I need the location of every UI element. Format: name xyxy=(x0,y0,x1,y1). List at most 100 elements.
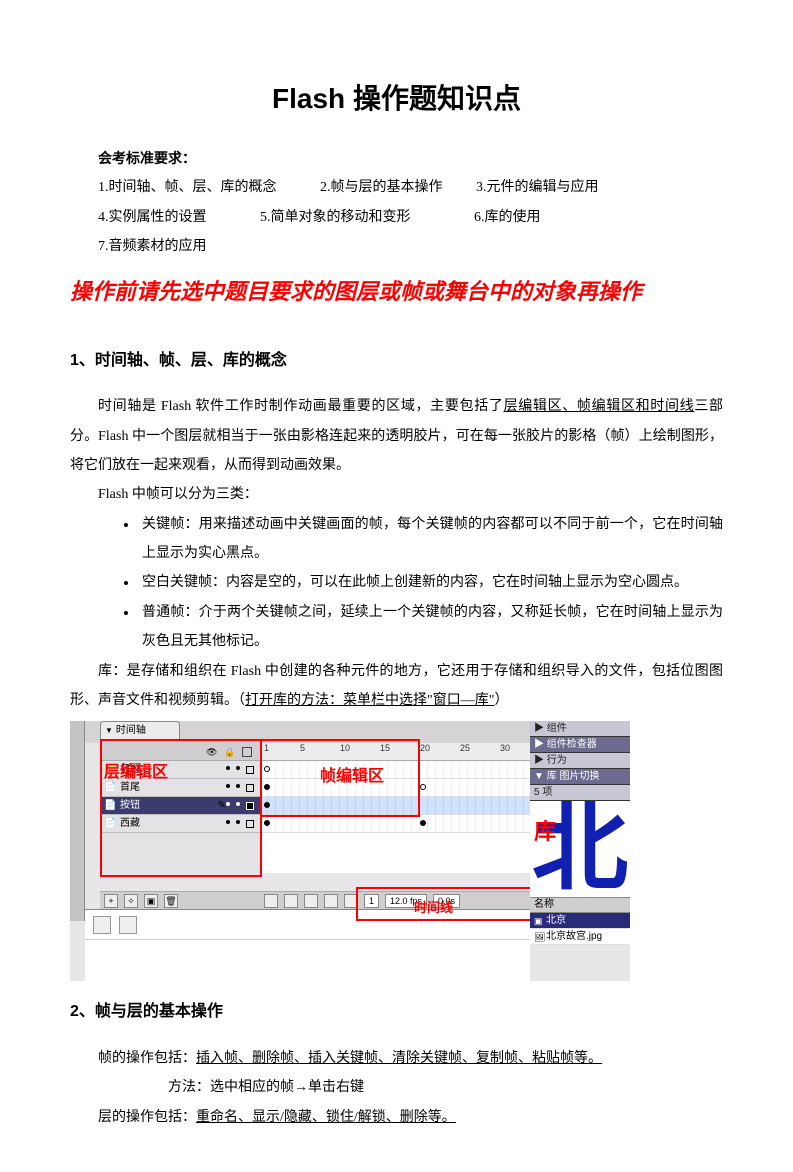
layer-ops-list: 重命名、显示/隐藏、锁住/解锁、删除等。 xyxy=(196,1110,456,1125)
timeline-tab[interactable]: ▼ 时间轴 xyxy=(100,721,180,739)
layer-icon xyxy=(104,818,116,830)
timeline-tool-button[interactable] xyxy=(264,894,278,908)
flash-screenshot: ▼ 时间轴 标题 首尾 按钮 ✎ xyxy=(70,721,630,981)
req-3: 3.元件的编辑与应用 xyxy=(476,180,599,195)
lock-column-icon[interactable] xyxy=(224,747,234,757)
library-para: 库：是存储和组织在 Flash 中创建的各种元件的地方，它还用于存储和组织导入的… xyxy=(70,657,723,716)
timeline-tab-label: 时间轴 xyxy=(116,725,146,737)
layer-name: 西藏 xyxy=(120,818,226,830)
current-frame-field[interactable]: 1 xyxy=(364,894,379,908)
frame-ops-lead: 帧的操作包括： xyxy=(98,1051,196,1066)
timeline-collapse-icon[interactable]: ▼ xyxy=(105,726,113,736)
ruler-tick: 10 xyxy=(340,743,350,754)
visibility-column-icon[interactable] xyxy=(206,747,216,757)
library-item-beijing[interactable]: ▣ 北京 xyxy=(530,913,630,929)
bullet-blank-keyframe: 空白关键帧：内容是空的，可以在此帧上创建新的内容，它在时间轴上显示为空心圆点。 xyxy=(138,568,723,597)
frame-types-list: 关键帧：用来描述动画中关键画面的帧，每个关键帧的内容都可以不同于前一个，它在时间… xyxy=(70,510,723,657)
library-item-beijing-gugong[interactable]: 🖼 北京故宫.jpg xyxy=(530,929,630,945)
library-list-header[interactable]: 名称 xyxy=(530,897,630,913)
layer-panel-header xyxy=(100,743,260,761)
library-panel[interactable]: ▶ 组件 ▶ 组件检查器 ▶ 行为 ▼ 库 图片切换 5 项 北 库 名称 ▣ … xyxy=(530,721,630,981)
movieclip-icon: ▣ xyxy=(534,916,546,927)
frame-ruler[interactable]: 1 5 10 15 20 25 30 xyxy=(260,743,570,761)
p1a-underline: 层编辑区、帧编辑区和时间线 xyxy=(504,399,695,414)
frame-panel[interactable]: 1 5 10 15 20 25 30 xyxy=(260,743,570,873)
library-preview: 北 xyxy=(530,801,630,897)
section-1-para-1: 时间轴是 Flash 软件工作时制作动画最重要的区域，主要包括了层编辑区、帧编辑… xyxy=(70,392,723,480)
frame-track[interactable] xyxy=(260,815,570,833)
frame-ops-list: 插入帧、删除帧、插入关键帧、清除关键帧、复制帧、粘贴帧等。 xyxy=(196,1051,602,1066)
layer-panel-footer: + ✧ ▣ 🗑 xyxy=(100,891,260,909)
bitmap-icon: 🖼 xyxy=(534,932,546,943)
bullet-keyframe: 关键帧：用来描述动画中关键画面的帧，每个关键帧的内容都可以不同于前一个，它在时间… xyxy=(138,510,723,569)
layer-ops-lead: 层的操作包括： xyxy=(98,1110,196,1125)
page: Flash 操作题知识点 会考标准要求： 1.时间轴、帧、层、库的概念 2.帧与… xyxy=(0,0,793,1172)
onion-skin-button[interactable] xyxy=(324,894,338,908)
layer-icon xyxy=(104,782,116,794)
lib-para-b: ） xyxy=(494,693,508,708)
section-2-heading: 2、帧与层的基本操作 xyxy=(70,995,723,1029)
panel-section-behaviors[interactable]: ▶ 行为 xyxy=(530,753,630,769)
layer-row-title[interactable]: 标题 xyxy=(100,761,260,779)
p1a-text: 时间轴是 Flash 软件工作时制作动画最重要的区域，主要包括了 xyxy=(98,399,504,414)
frame-track[interactable] xyxy=(260,779,570,797)
panel-section-component-inspector[interactable]: ▶ 组件检查器 xyxy=(530,737,630,753)
req-2: 2.帧与层的基本操作 xyxy=(320,180,443,195)
warning-text: 操作前请先选中题目要求的图层或帧或舞台中的对象再操作 xyxy=(70,269,723,315)
fps-field: 12.0 fps xyxy=(385,894,427,908)
timeline-status-bar: 1 12.0 fps 0.0s xyxy=(260,891,570,909)
layer-row-button-selected[interactable]: 按钮 ✎ xyxy=(100,797,260,815)
req-6: 6.库的使用 xyxy=(474,210,541,225)
requirements-heading: 会考标准要求： xyxy=(98,144,723,173)
scene-button[interactable] xyxy=(119,916,137,934)
ruler-tick: 1 xyxy=(264,743,269,754)
frames-intro: Flash 中帧可以分为三类： xyxy=(98,480,723,509)
req-5: 5.简单对象的移动和变形 xyxy=(260,210,411,225)
back-button[interactable] xyxy=(93,916,111,934)
layer-ops-para: 层的操作包括：重命名、显示/隐藏、锁住/解锁、删除等。 xyxy=(70,1103,723,1132)
doc-title: Flash 操作题知识点 xyxy=(70,70,723,129)
ruler-tick: 25 xyxy=(460,743,470,754)
layer-edit-icon: ✎ xyxy=(218,800,226,812)
lib-open-method: 打开库的方法：菜单栏中选择"窗口—库" xyxy=(245,693,494,708)
frame-track-selected[interactable] xyxy=(260,797,570,815)
requirements-row-3: 7.音频素材的应用 xyxy=(98,232,723,261)
frame-track[interactable] xyxy=(260,761,570,779)
left-docking-strip xyxy=(70,721,85,921)
layer-row-xizang[interactable]: 西藏 xyxy=(100,815,260,833)
timeline-tool-button[interactable] xyxy=(304,894,318,908)
requirements-row-2: 4.实例属性的设置 5.简单对象的移动和变形 6.库的使用 xyxy=(98,203,723,232)
add-folder-button[interactable]: ▣ xyxy=(144,894,158,908)
layer-row-shouwei[interactable]: 首尾 xyxy=(100,779,260,797)
annotation-label-library: 库 xyxy=(534,819,556,845)
timeline-tool-button[interactable] xyxy=(284,894,298,908)
layer-icon xyxy=(104,800,116,812)
ruler-tick: 20 xyxy=(420,743,430,754)
add-layer-button[interactable]: + xyxy=(104,894,118,908)
library-item-name: 北京 xyxy=(546,915,566,927)
layer-panel[interactable]: 标题 首尾 按钮 ✎ 西藏 xyxy=(100,743,260,873)
ruler-tick: 5 xyxy=(300,743,305,754)
bullet-normal-frame: 普通帧：介于两个关键帧之间，延续上一个关键帧的内容，又称延长帧，它在时间轴上显示… xyxy=(138,598,723,657)
panel-section-library[interactable]: ▼ 库 图片切换 xyxy=(530,769,630,785)
section-1-heading: 1、时间轴、帧、层、库的概念 xyxy=(70,344,723,378)
library-item-count: 5 项 xyxy=(530,785,630,801)
layer-icon xyxy=(104,764,116,776)
library-preview-char: 北 xyxy=(532,801,628,897)
add-motion-guide-button[interactable]: ✧ xyxy=(124,894,138,908)
frame-ops-para: 帧的操作包括：插入帧、删除帧、插入关键帧、清除关键帧、复制帧、粘贴帧等。 xyxy=(70,1044,723,1073)
frame-ops-method: 方法：选中相应的帧→单击右键 xyxy=(70,1073,723,1102)
elapsed-time-field: 0.0s xyxy=(433,894,460,908)
layer-name: 首尾 xyxy=(120,782,226,794)
ruler-tick: 15 xyxy=(380,743,390,754)
req-4: 4.实例属性的设置 xyxy=(98,210,207,225)
panel-section-components[interactable]: ▶ 组件 xyxy=(530,721,630,737)
delete-layer-button[interactable]: 🗑 xyxy=(164,894,178,908)
requirements-row-1: 1.时间轴、帧、层、库的概念 2.帧与层的基本操作 3.元件的编辑与应用 xyxy=(98,173,723,202)
ruler-tick: 30 xyxy=(500,743,510,754)
layer-name: 按钮 xyxy=(120,800,218,812)
req-1: 1.时间轴、帧、层、库的概念 xyxy=(98,180,277,195)
outline-column-icon[interactable] xyxy=(242,747,252,757)
onion-skin-button[interactable] xyxy=(344,894,358,908)
library-item-name: 北京故宫.jpg xyxy=(546,931,602,943)
